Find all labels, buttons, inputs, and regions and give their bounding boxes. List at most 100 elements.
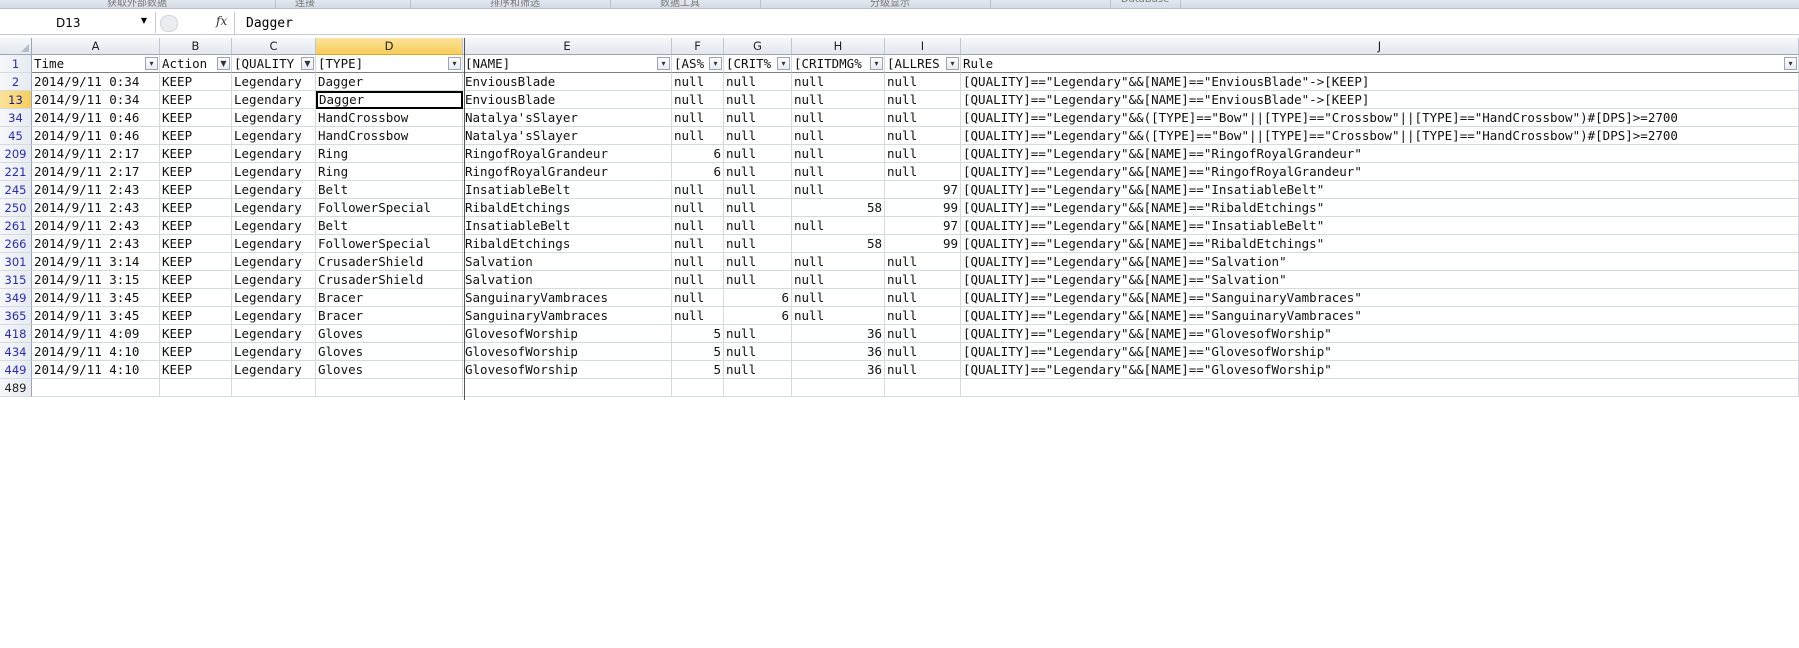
header-cell[interactable]: [CRITDMG% ▾: [792, 55, 885, 73]
table-cell[interactable]: null: [885, 145, 961, 163]
active-cell[interactable]: Dagger: [316, 91, 463, 109]
table-cell[interactable]: KEEP: [160, 199, 232, 217]
table-cell[interactable]: Gloves: [316, 343, 463, 361]
table-cell[interactable]: null: [672, 271, 724, 289]
table-cell[interactable]: 2014/9/11 3:14: [32, 253, 160, 271]
table-cell[interactable]: null: [885, 307, 961, 325]
column-header-h[interactable]: H: [792, 38, 885, 55]
row-header[interactable]: 45: [0, 127, 32, 145]
table-cell[interactable]: null: [792, 181, 885, 199]
table-cell[interactable]: Belt: [316, 181, 463, 199]
column-header-g[interactable]: G: [724, 38, 792, 55]
spreadsheet-grid[interactable]: A B C D E F G H I J 1 Time ▾ Action ▼ [QUALITY ▼ [TYPE] ▾[…: [0, 38, 1799, 400]
filter-dropdown-icon[interactable]: ▾: [946, 57, 959, 70]
column-header-f[interactable]: F: [672, 38, 724, 55]
table-cell[interactable]: [232, 379, 316, 397]
table-cell[interactable]: RibaldEtchings: [463, 199, 672, 217]
table-cell[interactable]: null: [792, 145, 885, 163]
table-cell[interactable]: [QUALITY]=="Legendary"&&[NAME]=="RingofR…: [961, 163, 1799, 181]
table-cell[interactable]: null: [724, 145, 792, 163]
table-cell[interactable]: null: [724, 91, 792, 109]
filter-active-icon[interactable]: ▼: [217, 57, 230, 70]
table-cell[interactable]: 2014/9/11 2:43: [32, 181, 160, 199]
formula-input[interactable]: Dagger: [246, 16, 293, 31]
table-cell[interactable]: Legendary: [232, 199, 316, 217]
table-cell[interactable]: 99: [885, 199, 961, 217]
table-cell[interactable]: null: [792, 127, 885, 145]
table-cell[interactable]: null: [724, 199, 792, 217]
table-cell[interactable]: GlovesofWorship: [463, 325, 672, 343]
row-header[interactable]: 2: [0, 73, 32, 91]
table-cell[interactable]: 97: [885, 217, 961, 235]
table-cell[interactable]: Dagger: [316, 73, 463, 91]
header-cell[interactable]: [TYPE] ▾: [316, 55, 463, 73]
table-cell[interactable]: null: [672, 181, 724, 199]
table-cell[interactable]: Legendary: [232, 73, 316, 91]
table-cell[interactable]: null: [672, 307, 724, 325]
row-header[interactable]: 250: [0, 199, 32, 217]
row-header[interactable]: 365: [0, 307, 32, 325]
table-cell[interactable]: Legendary: [232, 91, 316, 109]
table-cell[interactable]: 2014/9/11 0:34: [32, 73, 160, 91]
table-cell[interactable]: Legendary: [232, 127, 316, 145]
table-cell[interactable]: null: [724, 217, 792, 235]
table-cell[interactable]: 6: [724, 289, 792, 307]
table-cell[interactable]: null: [792, 73, 885, 91]
table-cell[interactable]: 97: [885, 181, 961, 199]
table-cell[interactable]: [961, 379, 1799, 397]
column-header-d[interactable]: D: [316, 38, 463, 55]
table-cell[interactable]: [QUALITY]=="Legendary"&&[NAME]=="Insatia…: [961, 181, 1799, 199]
table-cell[interactable]: KEEP: [160, 145, 232, 163]
header-cell[interactable]: [NAME] ▾: [463, 55, 672, 73]
table-cell[interactable]: null: [672, 217, 724, 235]
table-cell[interactable]: EnviousBlade: [463, 73, 672, 91]
filter-active-icon[interactable]: ▼: [301, 57, 314, 70]
table-cell[interactable]: Bracer: [316, 289, 463, 307]
table-cell[interactable]: null: [885, 163, 961, 181]
table-cell[interactable]: KEEP: [160, 307, 232, 325]
table-cell[interactable]: KEEP: [160, 271, 232, 289]
table-cell[interactable]: 2014/9/11 4:10: [32, 343, 160, 361]
table-cell[interactable]: null: [724, 343, 792, 361]
select-all-corner[interactable]: [0, 38, 32, 55]
table-cell[interactable]: Legendary: [232, 235, 316, 253]
table-cell[interactable]: null: [724, 253, 792, 271]
table-cell[interactable]: HandCrossbow: [316, 127, 463, 145]
table-cell[interactable]: 6: [724, 307, 792, 325]
table-cell[interactable]: [QUALITY]=="Legendary"&&[NAME]=="RibaldE…: [961, 199, 1799, 217]
table-cell[interactable]: [QUALITY]=="Legendary"&&[NAME]=="Salvati…: [961, 253, 1799, 271]
table-cell[interactable]: [QUALITY]=="Legendary"&&([TYPE]=="Bow"||…: [961, 127, 1799, 145]
table-cell[interactable]: KEEP: [160, 163, 232, 181]
column-header-b[interactable]: B: [160, 38, 232, 55]
table-cell[interactable]: 2014/9/11 2:17: [32, 145, 160, 163]
table-cell[interactable]: [792, 379, 885, 397]
table-cell[interactable]: KEEP: [160, 73, 232, 91]
row-header[interactable]: 221: [0, 163, 32, 181]
table-cell[interactable]: null: [724, 235, 792, 253]
table-cell[interactable]: null: [885, 361, 961, 379]
table-cell[interactable]: null: [792, 217, 885, 235]
table-cell[interactable]: KEEP: [160, 127, 232, 145]
table-cell[interactable]: [32, 379, 160, 397]
table-cell[interactable]: null: [885, 73, 961, 91]
table-cell[interactable]: [QUALITY]=="Legendary"&&[NAME]=="Envious…: [961, 91, 1799, 109]
row-header[interactable]: 245: [0, 181, 32, 199]
table-cell[interactable]: RingofRoyalGrandeur: [463, 145, 672, 163]
table-cell[interactable]: 5: [672, 343, 724, 361]
table-cell[interactable]: Ring: [316, 163, 463, 181]
header-cell[interactable]: Action ▼: [160, 55, 232, 73]
table-cell[interactable]: 2014/9/11 4:09: [32, 325, 160, 343]
table-cell[interactable]: null: [724, 73, 792, 91]
table-cell[interactable]: KEEP: [160, 289, 232, 307]
table-cell[interactable]: HandCrossbow: [316, 109, 463, 127]
table-cell[interactable]: [885, 379, 961, 397]
name-box[interactable]: D13 ▼: [0, 12, 156, 33]
table-cell[interactable]: null: [672, 253, 724, 271]
table-cell[interactable]: Salvation: [463, 253, 672, 271]
table-cell[interactable]: [QUALITY]=="Legendary"&&[NAME]=="RingofR…: [961, 145, 1799, 163]
table-cell[interactable]: Natalya'sSlayer: [463, 127, 672, 145]
filter-dropdown-icon[interactable]: ▾: [777, 57, 790, 70]
row-header[interactable]: 209: [0, 145, 32, 163]
table-cell[interactable]: null: [792, 289, 885, 307]
table-cell[interactable]: KEEP: [160, 325, 232, 343]
